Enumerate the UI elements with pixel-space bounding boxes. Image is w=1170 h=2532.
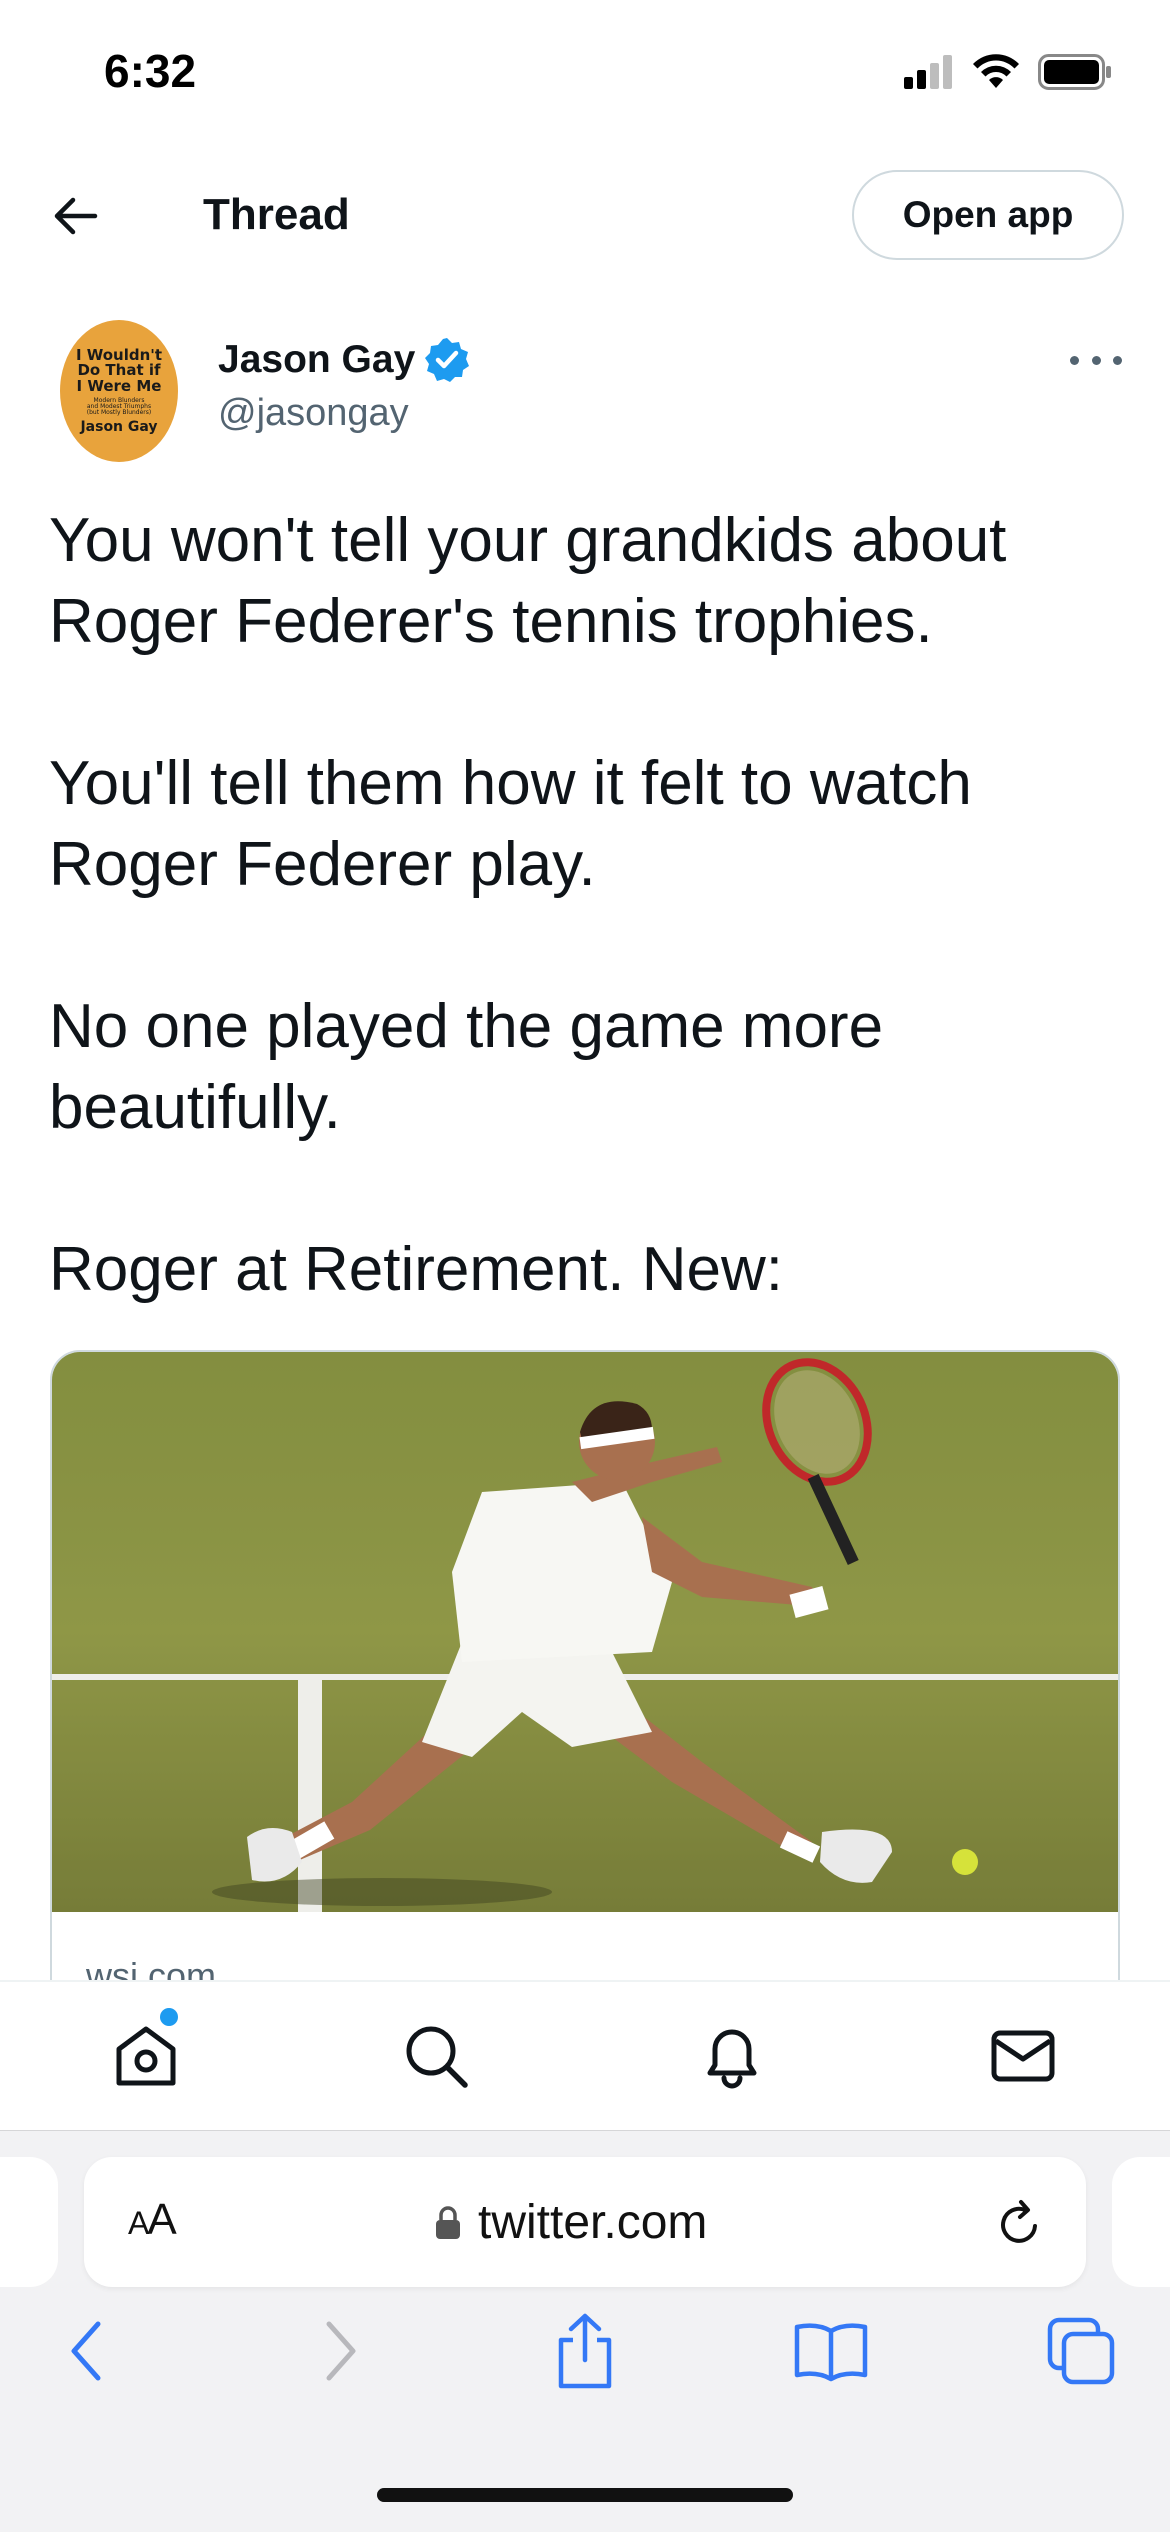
cellular-signal-icon xyxy=(904,55,952,89)
browser-forward-button[interactable] xyxy=(295,2306,385,2396)
status-icons xyxy=(904,52,1112,92)
author-handle[interactable]: @jasongay xyxy=(218,392,409,435)
tennis-player-photo xyxy=(52,1352,1118,1912)
reader-settings-button[interactable]: AA xyxy=(128,2195,177,2245)
tweet-text: You won't tell your grandkids about Roge… xyxy=(49,500,1129,1310)
bookmarks-book-icon xyxy=(794,2323,868,2382)
avatar-text-line: (but Mostly Blunders) xyxy=(86,409,152,417)
more-horizontal-icon-dot xyxy=(1070,355,1079,365)
browser-nav-row xyxy=(0,2306,1170,2426)
search-icon xyxy=(406,2026,468,2088)
more-options-button[interactable] xyxy=(1070,340,1122,380)
page-title: Thread xyxy=(203,190,350,239)
back-chevron-icon xyxy=(71,2321,101,2381)
tab-home[interactable] xyxy=(98,2008,194,2104)
previous-tab-preview[interactable] xyxy=(0,2157,58,2287)
avatar-text-line: I Were Me xyxy=(76,377,162,396)
home-indicator[interactable] xyxy=(377,2488,793,2502)
avatar-text-line: Jason Gay xyxy=(80,418,158,435)
home-unread-dot xyxy=(160,2008,178,2026)
tabs-icon xyxy=(1047,2317,1115,2385)
home-icon xyxy=(116,2026,176,2086)
verified-badge-icon xyxy=(425,338,470,382)
tabs-button[interactable] xyxy=(1036,2306,1126,2396)
tab-messages[interactable] xyxy=(975,2008,1071,2104)
reload-icon xyxy=(1001,2200,1037,2243)
open-app-button[interactable]: Open app xyxy=(852,170,1124,260)
wifi-icon xyxy=(973,54,1019,88)
link-preview-card[interactable]: wsj.com xyxy=(50,1350,1120,1990)
lock-icon xyxy=(436,2205,460,2239)
status-time: 6:32 xyxy=(104,45,197,97)
thread-header: Thread Open app xyxy=(0,150,1170,282)
bookmarks-button[interactable] xyxy=(786,2306,876,2396)
share-icon xyxy=(558,2313,612,2389)
address-bar[interactable]: AA twitter.com xyxy=(84,2157,1086,2287)
more-horizontal-icon-dot xyxy=(1113,355,1122,365)
next-tab-preview[interactable] xyxy=(1112,2157,1170,2287)
aa-small-letter: A xyxy=(128,2205,149,2241)
url-display[interactable]: twitter.com xyxy=(434,2195,707,2250)
tweet-paragraph: Roger at Retirement. New: xyxy=(49,1235,783,1304)
author-name-row[interactable]: Jason Gay xyxy=(218,336,471,384)
tweet-paragraph: You won't tell your grandkids about Roge… xyxy=(49,506,1007,656)
status-bar: 6:32 xyxy=(0,0,1170,150)
aa-big-letter: A xyxy=(147,2195,176,2244)
url-text: twitter.com xyxy=(478,2196,708,2249)
browser-toolbar: AA twitter.com xyxy=(0,2130,1170,2532)
forward-chevron-icon xyxy=(326,2321,356,2381)
tab-search[interactable] xyxy=(388,2008,484,2104)
author-name: Jason Gay xyxy=(218,338,416,381)
reload-button[interactable] xyxy=(990,2193,1050,2253)
more-horizontal-icon-dot xyxy=(1091,355,1101,365)
share-button[interactable] xyxy=(540,2306,630,2396)
browser-back-button[interactable] xyxy=(42,2306,132,2396)
messages-envelope-icon xyxy=(991,2030,1055,2082)
back-button[interactable] xyxy=(40,186,110,246)
notifications-bell-icon xyxy=(707,2029,757,2089)
bottom-tab-bar xyxy=(0,1980,1170,2130)
tab-notifications[interactable] xyxy=(684,2008,780,2104)
avatar-book-cover: I Wouldn't Do That if I Were Me Modern B… xyxy=(70,332,168,450)
avatar[interactable]: I Wouldn't Do That if I Were Me Modern B… xyxy=(60,320,178,462)
tweet-paragraph: You'll tell them how it felt to watch Ro… xyxy=(49,749,972,899)
battery-icon xyxy=(1038,54,1111,90)
tweet-paragraph: No one played the game more beautifully. xyxy=(49,992,884,1142)
arrow-left-icon xyxy=(54,197,98,235)
